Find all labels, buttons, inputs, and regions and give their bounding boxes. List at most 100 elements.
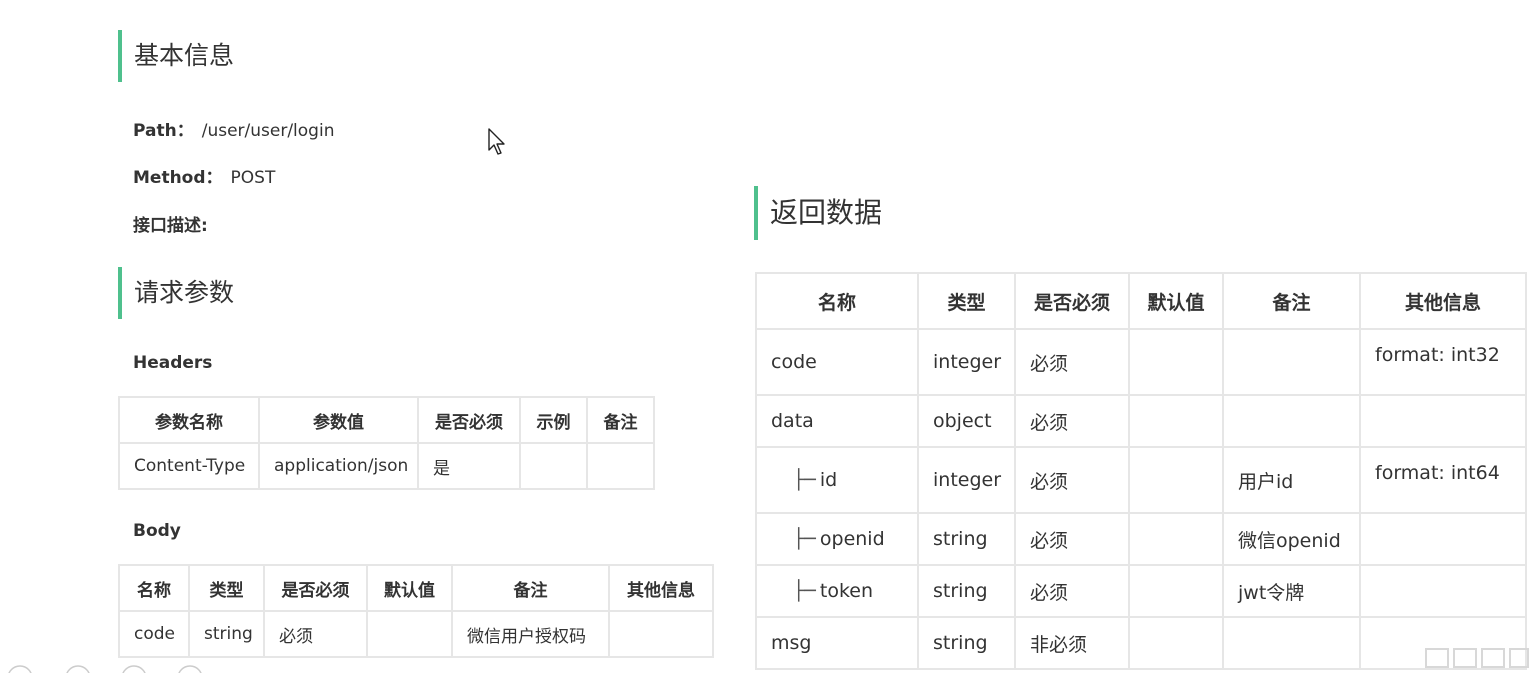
table-header-cell: 备注 xyxy=(586,396,655,444)
method-field: Method： POST xyxy=(133,163,275,188)
response-data-title: 返回数据 xyxy=(754,186,882,240)
table-row: msg string 非必须 xyxy=(755,616,1527,670)
headers-table: 参数名称 参数值 是否必须 示例 备注 Content-Type applica… xyxy=(118,396,655,490)
table-cell xyxy=(519,442,588,490)
table-cell-child: ├─ token xyxy=(755,564,919,618)
table-row: Content-Type application/json 是 xyxy=(118,442,655,490)
tree-branch-icon: ├─ xyxy=(793,580,816,602)
table-cell xyxy=(1128,328,1224,396)
table-cell: code xyxy=(755,328,919,396)
table-cell xyxy=(1128,616,1224,670)
table-cell: format: int32 xyxy=(1359,328,1527,396)
body-table-header-row: 名称 类型 是否必须 默认值 备注 其他信息 xyxy=(118,564,714,612)
table-header-cell: 默认值 xyxy=(366,564,453,612)
table-cell xyxy=(1128,512,1224,566)
table-cell: string xyxy=(917,616,1016,670)
table-cell xyxy=(1128,446,1224,514)
tree-branch-icon: ├─ xyxy=(793,469,816,491)
table-cell: 是 xyxy=(417,442,521,490)
table-header-cell: 其他信息 xyxy=(1359,272,1527,330)
response-table: 名称 类型 是否必须 默认值 备注 其他信息 code integer 必须 f… xyxy=(755,272,1527,670)
table-cell: integer xyxy=(917,328,1016,396)
table-cell: 必须 xyxy=(1014,446,1130,514)
mouse-cursor-icon xyxy=(488,128,505,155)
table-cell: 微信openid xyxy=(1222,512,1361,566)
path-field: Path： /user/user/login xyxy=(133,116,334,141)
table-header-cell: 备注 xyxy=(451,564,610,612)
body-title: Body xyxy=(133,521,181,541)
table-row: data object 必须 xyxy=(755,394,1527,448)
method-label: Method： xyxy=(133,168,223,188)
table-cell: 微信用户授权码 xyxy=(451,610,610,658)
table-row: code integer 必须 format: int32 xyxy=(755,328,1527,396)
bottom-toolbar-icons xyxy=(8,665,202,673)
table-header-cell: 默认值 xyxy=(1128,272,1224,330)
table-cell: integer xyxy=(917,446,1016,514)
table-cell: 非必须 xyxy=(1014,616,1130,670)
table-header-cell: 名称 xyxy=(118,564,190,612)
table-cell xyxy=(1128,394,1224,448)
description-field: 接口描述: xyxy=(133,211,208,236)
table-cell: 用户id xyxy=(1222,446,1361,514)
table-header-cell: 是否必须 xyxy=(1014,272,1130,330)
headers-table-header-row: 参数名称 参数值 是否必须 示例 备注 xyxy=(118,396,655,444)
watermark-logo-icon xyxy=(1425,648,1529,668)
table-cell: string xyxy=(188,610,265,658)
table-header-cell: 其他信息 xyxy=(608,564,714,612)
table-cell xyxy=(1128,564,1224,618)
table-header-cell: 备注 xyxy=(1222,272,1361,330)
table-header-cell: 参数名称 xyxy=(118,396,260,444)
table-cell: 必须 xyxy=(263,610,368,658)
table-row: ├─ id integer 必须 用户id format: int64 xyxy=(755,446,1527,514)
field-name: id xyxy=(819,469,838,491)
table-header-cell: 名称 xyxy=(755,272,919,330)
tree-branch-icon: ├─ xyxy=(793,528,816,550)
table-row: code string 必须 微信用户授权码 xyxy=(118,610,714,658)
table-cell: string xyxy=(917,512,1016,566)
table-cell: 必须 xyxy=(1014,394,1130,448)
table-cell: Content-Type xyxy=(118,442,260,490)
body-table: 名称 类型 是否必须 默认值 备注 其他信息 code string 必须 微信… xyxy=(118,564,714,658)
description-label: 接口描述: xyxy=(133,216,208,236)
table-cell-child: ├─ id xyxy=(755,446,919,514)
basic-info-title: 基本信息 xyxy=(118,30,234,82)
table-cell: application/json xyxy=(258,442,419,490)
table-row: ├─ openid string 必须 微信openid xyxy=(755,512,1527,566)
method-value: POST xyxy=(230,168,276,188)
table-header-cell: 参数值 xyxy=(258,396,419,444)
headers-title: Headers xyxy=(133,353,213,373)
field-name: openid xyxy=(819,528,885,550)
table-header-cell: 示例 xyxy=(519,396,588,444)
table-header-cell: 类型 xyxy=(188,564,265,612)
table-cell xyxy=(1359,512,1527,566)
table-cell-child: ├─ openid xyxy=(755,512,919,566)
table-cell xyxy=(1359,394,1527,448)
table-cell xyxy=(366,610,453,658)
table-cell xyxy=(1222,616,1361,670)
table-header-cell: 是否必须 xyxy=(263,564,368,612)
request-params-title: 请求参数 xyxy=(118,267,234,319)
table-cell: jwt令牌 xyxy=(1222,564,1361,618)
table-cell: 必须 xyxy=(1014,328,1130,396)
table-cell xyxy=(1359,564,1527,618)
table-cell xyxy=(586,442,655,490)
table-cell: object xyxy=(917,394,1016,448)
table-header-cell: 是否必须 xyxy=(417,396,521,444)
path-value: /user/user/login xyxy=(201,121,335,141)
table-cell: string xyxy=(917,564,1016,618)
table-cell: code xyxy=(118,610,190,658)
table-row: ├─ token string 必须 jwt令牌 xyxy=(755,564,1527,618)
path-label: Path： xyxy=(133,121,194,141)
table-cell xyxy=(1222,394,1361,448)
table-cell xyxy=(608,610,714,658)
table-cell: 必须 xyxy=(1014,512,1130,566)
table-cell: data xyxy=(755,394,919,448)
table-cell: msg xyxy=(755,616,919,670)
field-name: token xyxy=(819,580,874,602)
response-table-header-row: 名称 类型 是否必须 默认值 备注 其他信息 xyxy=(755,272,1527,330)
table-cell: 必须 xyxy=(1014,564,1130,618)
table-header-cell: 类型 xyxy=(917,272,1016,330)
api-doc-page: 基本信息 Path： /user/user/login Method： POST 接… xyxy=(0,0,1536,673)
table-cell: format: int64 xyxy=(1359,446,1527,514)
table-cell xyxy=(1222,328,1361,396)
